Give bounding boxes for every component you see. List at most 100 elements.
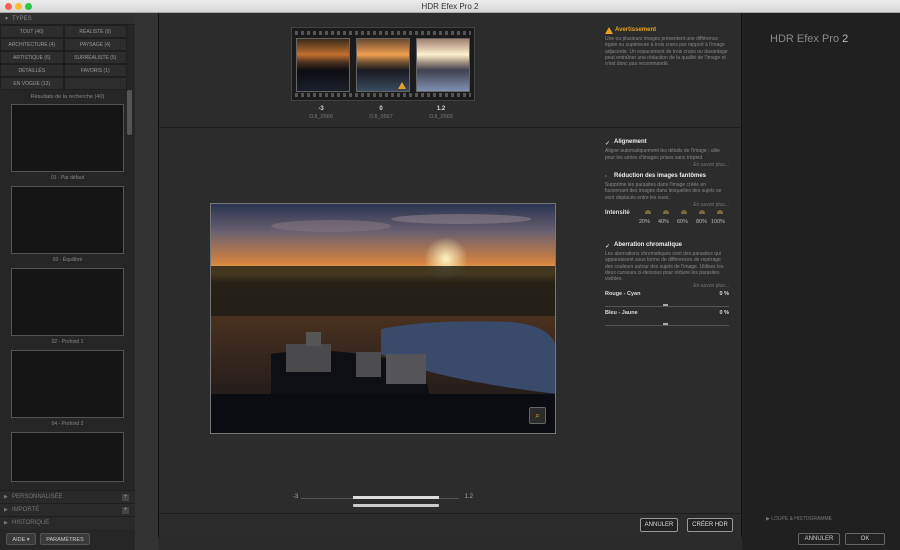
exposure-range-slider[interactable]: -3 1.2 <box>293 494 473 514</box>
red-cyan-slider[interactable] <box>605 301 729 308</box>
category-architecture[interactable]: ARCHITECTURE (4) <box>0 38 64 51</box>
film-sprockets <box>295 31 471 35</box>
frame-filename: DJI_0566 <box>309 114 333 120</box>
title-bar: HDR Efex Pro 2 <box>0 0 900 13</box>
slider-range[interactable] <box>353 496 439 499</box>
zoom-icon[interactable]: ⌕ <box>529 407 546 424</box>
intensity-level[interactable]: 100% <box>711 219 725 225</box>
close-window-button[interactable] <box>5 3 12 10</box>
intensity-level[interactable]: 40% <box>658 219 669 225</box>
preset-thumbnail[interactable] <box>11 268 124 336</box>
intensity-icon[interactable] <box>699 209 705 214</box>
intensity-level[interactable]: 20% <box>639 219 650 225</box>
window-title: HDR Efex Pro 2 <box>421 2 479 11</box>
checkmark-icon[interactable]: ✓ <box>605 140 610 147</box>
expand-triangle-icon: ▶ <box>4 520 8 526</box>
slider-min-label: -3 <box>293 494 299 500</box>
presets-panel: ▼ TYPES TOUT (40) RÉALISTE (9) ARCHITECTU… <box>0 13 135 550</box>
category-favorites[interactable]: FAVORIS (1) <box>63 64 127 77</box>
intensity-label: Intensité <box>605 209 630 216</box>
intensity-icon[interactable] <box>645 209 651 214</box>
warning-title: Avertissement <box>605 27 729 36</box>
settings-button[interactable]: PARAMÈTRES <box>40 533 90 545</box>
preset-thumbnail[interactable] <box>11 104 124 172</box>
slider-knob[interactable] <box>663 304 668 307</box>
ghost-reduction-option[interactable]: · Réduction des images fantômes <box>605 173 729 182</box>
exposure-frame[interactable] <box>416 38 470 92</box>
warning-text: Une ou plusieurs images présentent une d… <box>605 36 728 68</box>
category-all[interactable]: TOUT (40) <box>0 25 64 38</box>
category-surrealist[interactable]: SURRÉALISTE (5) <box>63 51 127 64</box>
types-header[interactable]: ▼ TYPES <box>0 13 135 25</box>
preset-thumbnail[interactable] <box>11 350 124 418</box>
ev-label: 0 <box>379 106 383 112</box>
ev-label: 1.2 <box>436 106 446 112</box>
cancel-button[interactable]: ANNULER <box>640 518 678 532</box>
red-cyan-value: 0 % <box>719 291 729 298</box>
preset-caption: 04 - Profond 2 <box>51 421 84 427</box>
ghost-reduction-text: Supprime les parasites dans l'image créé… <box>605 182 722 201</box>
section-custom[interactable]: ▶ PERSONNALISÉE + <box>0 490 135 503</box>
category-trending[interactable]: EN VOGUE (13) <box>0 77 64 90</box>
ev-label: -3 <box>318 106 324 112</box>
red-cyan-row: Rouge - Cyan 0 % <box>605 291 729 301</box>
main-ok-button[interactable]: OK <box>845 533 885 545</box>
slider-max-label: 1.2 <box>464 494 473 500</box>
checkbox-icon[interactable]: · <box>605 174 607 180</box>
app-logo-title: HDR Efex Pro 2 <box>770 33 849 45</box>
loupe-histogram-section[interactable]: ▶ LOUPE & HISTOGRAMME <box>766 516 832 522</box>
right-panel <box>742 13 900 550</box>
chromatic-aberration-option[interactable]: ✓ Aberration chromatique <box>605 242 729 251</box>
add-icon[interactable]: + <box>122 507 129 514</box>
preset-caption: 01 - Par défaut <box>50 175 85 181</box>
intensity-icon[interactable] <box>663 209 669 214</box>
create-hdr-button[interactable]: CRÉER HDR <box>687 518 733 532</box>
preview-photo <box>211 204 555 433</box>
frame-filename: DJI_0567 <box>369 114 393 120</box>
preset-caption: 03 - Équilibré <box>52 257 83 263</box>
exposure-frame[interactable] <box>356 38 410 92</box>
help-button[interactable]: AIDE ▾ <box>6 533 36 545</box>
intensity-icon[interactable] <box>681 209 687 214</box>
intensity-icon[interactable] <box>717 209 723 214</box>
intensity-level[interactable]: 60% <box>677 219 688 225</box>
chromatic-aberration-text: Les aberrations chromatiques sont des pa… <box>605 250 724 283</box>
zoom-window-button[interactable] <box>25 3 32 10</box>
preset-thumbnail[interactable] <box>11 432 124 482</box>
warning-icon <box>605 27 613 34</box>
learn-more-link[interactable]: En savoir plus... <box>605 282 729 291</box>
learn-more-link[interactable]: En savoir plus... <box>605 161 729 170</box>
blue-yellow-slider[interactable] <box>605 320 729 327</box>
intensity-level[interactable]: 80% <box>696 219 707 225</box>
warning-icon <box>398 82 406 89</box>
checkmark-icon[interactable]: ✓ <box>605 243 610 250</box>
hdr-preview-image <box>210 203 556 434</box>
category-realistic[interactable]: RÉALISTE (9) <box>63 25 127 38</box>
category-detailed[interactable]: DÉTAILLÉS <box>0 64 64 77</box>
merge-dialog: -3 0 1.2 DJI_0566 DJI_0567 DJI_0565 ⌕ -3… <box>158 13 743 537</box>
filmstrip <box>291 27 475 101</box>
section-imported[interactable]: ▶ IMPORTÉ + <box>0 503 135 516</box>
alignment-option[interactable]: ✓ Alignement <box>605 139 729 148</box>
exposure-frame[interactable] <box>296 38 350 92</box>
minimize-window-button[interactable] <box>15 3 22 10</box>
blue-yellow-value: 0 % <box>719 310 729 317</box>
category-artistic[interactable]: ARTISTIQUE (6) <box>0 51 64 64</box>
category-landscape[interactable]: PAYSAGE (4) <box>63 38 127 51</box>
main-cancel-button[interactable]: ANNULER <box>798 533 840 545</box>
frame-filename: DJI_0565 <box>429 114 453 120</box>
merge-options-panel: Avertissement Une ou plusieurs images pr… <box>605 27 729 329</box>
presets-scrollbar[interactable] <box>127 90 132 135</box>
slider-handle[interactable] <box>353 504 439 507</box>
learn-more-link[interactable]: En savoir plus... <box>605 201 729 210</box>
preset-thumbnail[interactable] <box>11 186 124 254</box>
blue-yellow-row: Bleu - Jaune 0 % <box>605 310 729 320</box>
section-history[interactable]: ▶ HISTORIQUE <box>0 516 135 529</box>
add-icon[interactable]: + <box>122 494 129 501</box>
slider-knob[interactable] <box>663 323 668 326</box>
canvas-background <box>135 13 158 550</box>
search-results-label: Résultats de la recherche (40) <box>30 94 105 100</box>
collapse-triangle-icon: ▼ <box>4 16 9 22</box>
